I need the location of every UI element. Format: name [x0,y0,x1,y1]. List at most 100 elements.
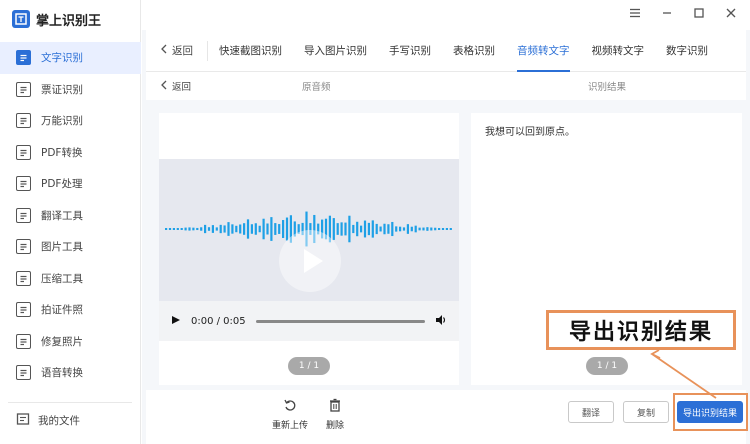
folder-icon [16,412,30,429]
sidebar-item-label: 万能识别 [41,115,83,128]
wave-bar [246,219,250,239]
reupload-button[interactable]: 重新上传 [272,398,308,431]
menu-icon[interactable] [628,6,642,20]
player-time: 0:00 / 0:05 [191,315,246,327]
tab-4[interactable]: 音频转文字 [506,30,581,72]
sidebar-item-9[interactable]: 修复照片 [0,326,141,358]
wave-bar [426,227,429,231]
wave-bar [434,227,437,231]
sidebar: 掌上识别王 文字识别票证识别万能识别 PDF转换 PDF处理 翻译工具图片工具压缩工具… [0,0,141,444]
sidebar-item-label: 拍证件照 [41,304,83,317]
close-icon[interactable] [724,6,738,20]
sidebar-item-label: 文字识别 [41,52,83,65]
result-text[interactable]: 我想可以回到原点。 [485,123,575,138]
wave-bar [445,228,448,230]
volume-icon[interactable] [435,314,447,329]
wave-bar [211,225,214,233]
sidebar-item-3[interactable]: PDF转换 [0,137,141,169]
left-pager: 1 / 1 [288,357,330,375]
play-overlay-button[interactable] [279,230,341,292]
wave-bar [266,223,269,235]
tab-2[interactable]: 手写识别 [378,30,442,72]
wave-bar [422,227,425,231]
wave-bar [192,227,195,231]
photo-repair-icon [16,333,31,349]
wave-bar [449,228,452,230]
wave-bar [250,224,253,234]
wave-bar [348,215,351,243]
sidebar-item-1[interactable]: 票证识别 [0,74,141,106]
sub-back-label: 返回 [172,82,192,93]
sidebar-item-0[interactable]: 文字识别 [0,42,141,74]
play-icon [304,249,323,273]
maximize-icon[interactable] [692,6,706,20]
translate-button[interactable]: 翻译 [568,401,614,423]
wave-bar [418,227,421,231]
sidebar-item-8[interactable]: 拍证件照 [0,294,141,326]
sidebar-item-2[interactable]: 万能识别 [0,105,141,137]
wave-bar [371,220,374,238]
wave-bar [235,225,238,233]
tab-back-label: 返回 [172,45,193,57]
result-title: 识别结果 [588,82,627,93]
tab-back-button[interactable]: 返回 [146,40,208,61]
reupload-label: 重新上传 [272,421,309,431]
player-play-icon[interactable] [171,315,181,328]
audio-player: 0:00 / 0:05 [159,301,459,341]
sidebar-item-5[interactable]: 翻译工具 [0,200,141,232]
wave-bar [200,227,203,231]
wave-bar [430,227,433,231]
main-area: 返回 快速截图识别 导入图片识别 手写识别 表格识别 音频转文字 视频转文字 数字识别 返回… [142,0,750,444]
wave-bar [360,225,363,233]
trash-icon [328,398,342,415]
tab-3[interactable]: 表格识别 [442,30,506,72]
sidebar-item-label: 修复照片 [41,335,83,348]
sidebar-item-10[interactable]: 语音转换 [0,357,141,389]
wave-bar [356,221,359,237]
wave-bar [180,228,183,230]
minimize-icon[interactable] [660,6,674,20]
wave-bar [172,228,175,230]
tab-bar: 返回 快速截图识别 导入图片识别 手写识别 表格识别 音频转文字 视频转文字 数字识别 [146,30,746,72]
wave-bar [410,226,413,232]
export-highlight-box [673,393,748,431]
sidebar-item-label: 图片工具 [41,241,83,254]
tab-6[interactable]: 数字识别 [655,30,719,72]
sidebar-item-7[interactable]: 压缩工具 [0,263,141,295]
title-bar [142,0,750,30]
voice-convert-icon [16,365,31,381]
wave-bar [367,222,370,236]
sub-back-button[interactable]: 返回 [160,79,191,93]
sidebar-item-label: PDF转换 [41,146,83,159]
wave-bar [352,224,355,234]
tab-0[interactable]: 快速截图识别 [208,30,293,72]
wave-bar [165,228,168,230]
app-logo-icon [12,10,30,28]
sidebar-item-4[interactable]: PDF处理 [0,168,141,200]
wave-bar [231,224,234,234]
audio-panel: 0:00 / 0:05 1 / 1 [159,113,459,385]
waveform-area [159,159,459,301]
tab-5[interactable]: 视频转文字 [581,30,656,72]
my-files-label: 我的文件 [38,415,80,427]
sidebar-item-label: 票证识别 [41,83,83,96]
wave-bar [387,224,390,234]
ticket-icon [16,81,31,97]
wave-bar [243,223,246,235]
wave-bar [176,228,179,230]
my-files-link[interactable]: 我的文件 [16,412,80,429]
sidebar-item-label: 压缩工具 [41,272,83,285]
chevron-left-icon [160,80,168,93]
delete-button[interactable]: 删除 [326,398,344,431]
reupload-icon [283,398,297,415]
wave-bar [168,228,172,230]
app-title-area: 掌上识别王 [12,8,101,30]
player-progress-bar[interactable] [255,319,425,323]
wave-bar [274,223,277,235]
copy-button[interactable]: 复制 [623,401,669,423]
tab-1[interactable]: 导入图片识别 [293,30,378,72]
pdf-convert-icon [16,144,31,160]
pdf-process-icon [16,176,31,192]
sidebar-item-6[interactable]: 图片工具 [0,231,141,263]
id-photo-icon [16,302,31,318]
